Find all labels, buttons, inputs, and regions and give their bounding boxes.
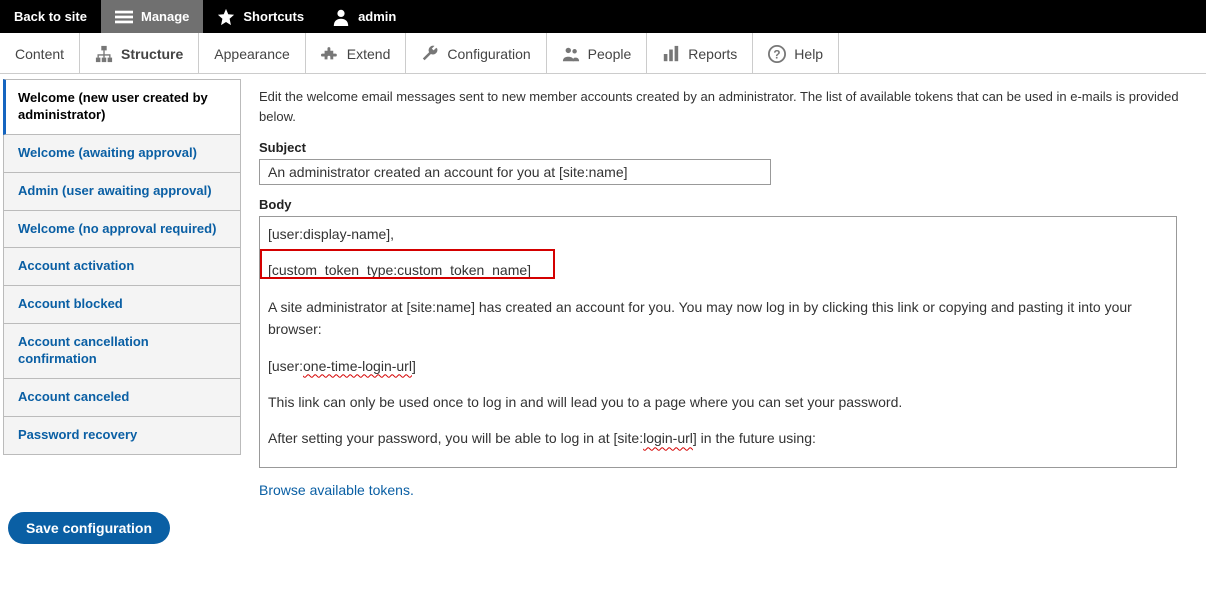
tab-content[interactable]: Content <box>0 33 80 74</box>
tab-people[interactable]: People <box>547 33 648 74</box>
vtab-welcome-no-approval[interactable]: Welcome (no approval required) <box>3 211 241 249</box>
vtab-canceled[interactable]: Account canceled <box>3 379 241 417</box>
browse-tokens-link[interactable]: Browse available tokens. <box>259 482 414 498</box>
svg-text:?: ? <box>774 48 781 61</box>
star-icon <box>217 8 235 26</box>
vertical-tabs: Welcome (new user created by administrat… <box>3 79 241 498</box>
admin-topbar: Back to site Manage Shortcuts admin <box>0 0 1206 33</box>
body-label: Body <box>259 197 1180 212</box>
puzzle-icon <box>321 45 339 63</box>
vtab-password-recovery[interactable]: Password recovery <box>3 417 241 455</box>
people-icon <box>562 45 580 63</box>
back-to-site-link[interactable]: Back to site <box>0 0 101 33</box>
subject-input[interactable] <box>259 159 771 185</box>
user-menu[interactable]: admin <box>318 0 410 33</box>
admin-menu: Content Structure Appearance Extend Conf… <box>0 33 1206 74</box>
vtab-welcome-awaiting[interactable]: Welcome (awaiting approval) <box>3 135 241 173</box>
reports-icon <box>662 45 680 63</box>
vtab-cancel-confirm[interactable]: Account cancellation confirmation <box>3 324 241 379</box>
main-panel: Edit the welcome email messages sent to … <box>241 79 1198 498</box>
vtab-admin-awaiting[interactable]: Admin (user awaiting approval) <box>3 173 241 211</box>
body-textarea[interactable]: [user:display-name], [custom_token_type:… <box>259 216 1177 468</box>
tab-structure[interactable]: Structure <box>80 33 199 74</box>
manage-toggle[interactable]: Manage <box>101 0 203 33</box>
vtab-activation[interactable]: Account activation <box>3 248 241 286</box>
vtab-welcome-admin-created[interactable]: Welcome (new user created by administrat… <box>3 79 241 135</box>
structure-icon <box>95 45 113 63</box>
save-button[interactable]: Save configuration <box>8 512 170 544</box>
help-icon: ? <box>768 45 786 63</box>
shortcuts-link[interactable]: Shortcuts <box>203 0 318 33</box>
tab-reports[interactable]: Reports <box>647 33 753 74</box>
user-icon <box>332 8 350 26</box>
vtab-blocked[interactable]: Account blocked <box>3 286 241 324</box>
hamburger-icon <box>115 8 133 26</box>
tab-appearance[interactable]: Appearance <box>199 33 306 74</box>
tab-configuration[interactable]: Configuration <box>406 33 546 74</box>
tab-help[interactable]: ? Help <box>753 33 839 74</box>
subject-label: Subject <box>259 140 1180 155</box>
panel-description: Edit the welcome email messages sent to … <box>259 87 1180 126</box>
wrench-icon <box>421 45 439 63</box>
tab-extend[interactable]: Extend <box>306 33 407 74</box>
